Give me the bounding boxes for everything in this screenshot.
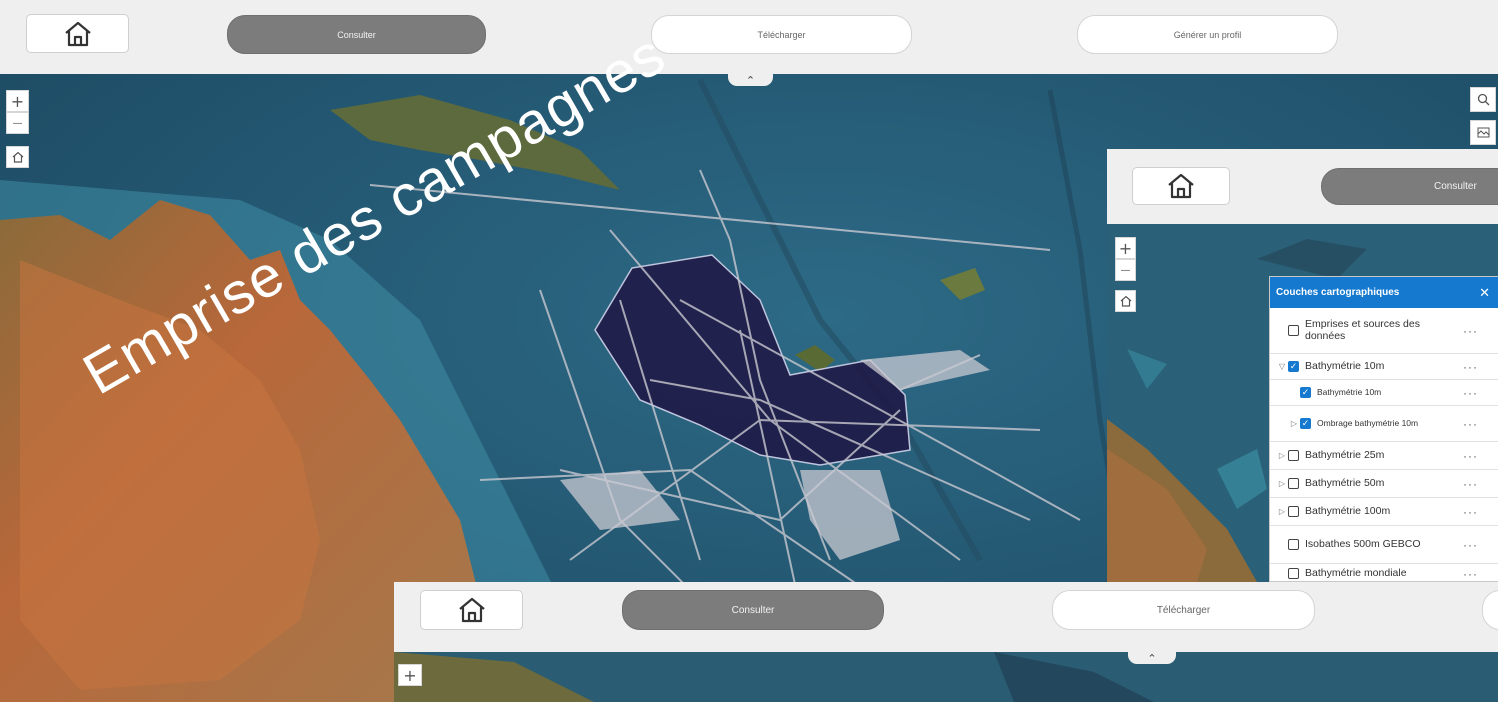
layer-label: Emprises et sources des données <box>1305 317 1420 342</box>
layer-options-button[interactable]: ··· <box>1463 449 1478 463</box>
basemap-gallery-button[interactable] <box>1470 120 1496 145</box>
tab-consult[interactable]: Consulter <box>622 590 884 630</box>
layer-checkbox[interactable]: ✓ <box>1300 387 1311 398</box>
tab-generate-profile[interactable]: Générer un profil <box>1077 15 1338 54</box>
layer-options-button[interactable]: ··· <box>1463 417 1478 431</box>
zoom-out-button[interactable]: — <box>1115 259 1136 281</box>
home-icon <box>12 151 23 163</box>
layer-row[interactable]: Emprises et sources des données ··· <box>1270 308 1498 354</box>
layer-checkbox[interactable] <box>1288 568 1299 579</box>
layer-row[interactable]: ▷ Bathymétrie 25m ··· <box>1270 442 1498 470</box>
tab-consult[interactable]: Consulter <box>227 15 486 54</box>
layer-label: Bathymétrie 25m <box>1305 448 1385 461</box>
tab-download[interactable]: Télécharger <box>1052 590 1315 630</box>
layer-row[interactable]: ▷ Bathymétrie 50m ··· <box>1270 470 1498 498</box>
layer-options-button[interactable]: ··· <box>1463 360 1478 374</box>
collapse-toolbar-button[interactable]: ⌃ <box>1128 652 1176 665</box>
layers-panel-title: Couches cartographiques <box>1276 287 1400 298</box>
layer-options-button[interactable]: ··· <box>1463 324 1478 338</box>
basemap-gallery-icon <box>1477 127 1489 138</box>
layer-label: Isobathes 500m GEBCO <box>1305 537 1421 550</box>
layer-checkbox[interactable] <box>1288 539 1299 550</box>
tab-consult-label: Consulter <box>1434 181 1477 192</box>
chevron-up-icon: ⌃ <box>1147 652 1157 665</box>
layer-label: Ombrage bathymétrie 10m <box>1317 417 1419 428</box>
home-icon <box>64 21 91 46</box>
layer-label: Bathymétrie 10m <box>1317 386 1382 397</box>
layer-options-button[interactable]: ··· <box>1463 386 1478 400</box>
layer-options-button[interactable]: ··· <box>1463 538 1478 552</box>
home-button[interactable] <box>26 14 129 53</box>
map-home-button[interactable] <box>1115 290 1136 312</box>
tab-download[interactable]: Télécharger <box>651 15 912 54</box>
expand-caret-icon[interactable]: ▷ <box>1276 451 1288 460</box>
home-button[interactable] <box>1132 167 1230 205</box>
home-icon <box>1120 295 1131 307</box>
layer-row[interactable]: ▽ ✓ Bathymétrie 10m ··· <box>1270 354 1498 380</box>
tab-generate-profile-partial[interactable] <box>1482 590 1498 630</box>
layer-label: Bathymétrie 50m <box>1305 476 1385 489</box>
layer-row[interactable]: ✓ Bathymétrie 10m ··· <box>1270 380 1498 406</box>
close-icon[interactable]: ✕ <box>1479 285 1490 301</box>
collapse-toolbar-button[interactable]: ⌃ <box>728 74 773 87</box>
home-button[interactable] <box>420 590 523 630</box>
layer-options-button[interactable]: ··· <box>1463 477 1478 491</box>
layer-label: Bathymétrie 10m <box>1305 359 1385 372</box>
layer-row[interactable]: ▷ ✓ Ombrage bathymétrie 10m ··· <box>1270 406 1498 442</box>
inset-right-toolbar: Consulter <box>1107 149 1498 224</box>
home-icon <box>1168 173 1194 199</box>
layer-row[interactable]: ▷ Bathymétrie 100m ··· <box>1270 498 1498 526</box>
layer-list: Emprises et sources des données ··· ▽ ✓ Bath… <box>1270 308 1498 581</box>
layer-checkbox[interactable] <box>1288 325 1299 336</box>
layer-row[interactable]: Bathymétrie mondiale ··· <box>1270 564 1498 581</box>
zoom-in-button[interactable]: + <box>398 664 422 686</box>
zoom-in-button[interactable]: + <box>1115 237 1136 259</box>
layer-options-button[interactable]: ··· <box>1463 567 1478 581</box>
top-toolbar: Consulter Télécharger Générer un profil <box>0 0 1498 74</box>
zoom-in-button[interactable]: + <box>6 90 29 112</box>
tab-consult[interactable]: Consulter <box>1321 168 1498 205</box>
layer-checkbox[interactable] <box>1288 450 1299 461</box>
inset-map-bottom[interactable]: Consulter Télécharger ⌃ + <box>394 582 1498 702</box>
layer-checkbox[interactable]: ✓ <box>1300 418 1311 429</box>
layer-checkbox[interactable] <box>1288 478 1299 489</box>
zoom-out-button[interactable]: — <box>6 112 29 134</box>
layer-options-button[interactable]: ··· <box>1463 505 1478 519</box>
expand-caret-icon[interactable]: ▷ <box>1276 507 1288 516</box>
layer-label: Bathymétrie mondiale <box>1305 566 1407 579</box>
search-button[interactable] <box>1470 87 1496 112</box>
inset-bottom-toolbar: Consulter Télécharger <box>394 582 1498 652</box>
expand-caret-icon[interactable]: ▷ <box>1276 479 1288 488</box>
layer-row[interactable]: Isobathes 500m GEBCO ··· <box>1270 526 1498 564</box>
layers-panel-header: Couches cartographiques ✕ <box>1270 277 1498 308</box>
layer-checkbox[interactable] <box>1288 506 1299 517</box>
home-icon <box>458 597 485 623</box>
layer-label: Bathymétrie 100m <box>1305 504 1391 517</box>
map-home-button[interactable] <box>6 146 29 168</box>
layers-panel: Couches cartographiques ✕ Emprises et so… <box>1269 276 1498 582</box>
search-icon <box>1477 93 1489 106</box>
layer-checkbox[interactable]: ✓ <box>1288 361 1299 372</box>
chevron-up-icon: ⌃ <box>745 74 756 87</box>
expand-caret-icon[interactable]: ▷ <box>1288 419 1300 428</box>
expand-caret-icon[interactable]: ▽ <box>1276 362 1288 371</box>
